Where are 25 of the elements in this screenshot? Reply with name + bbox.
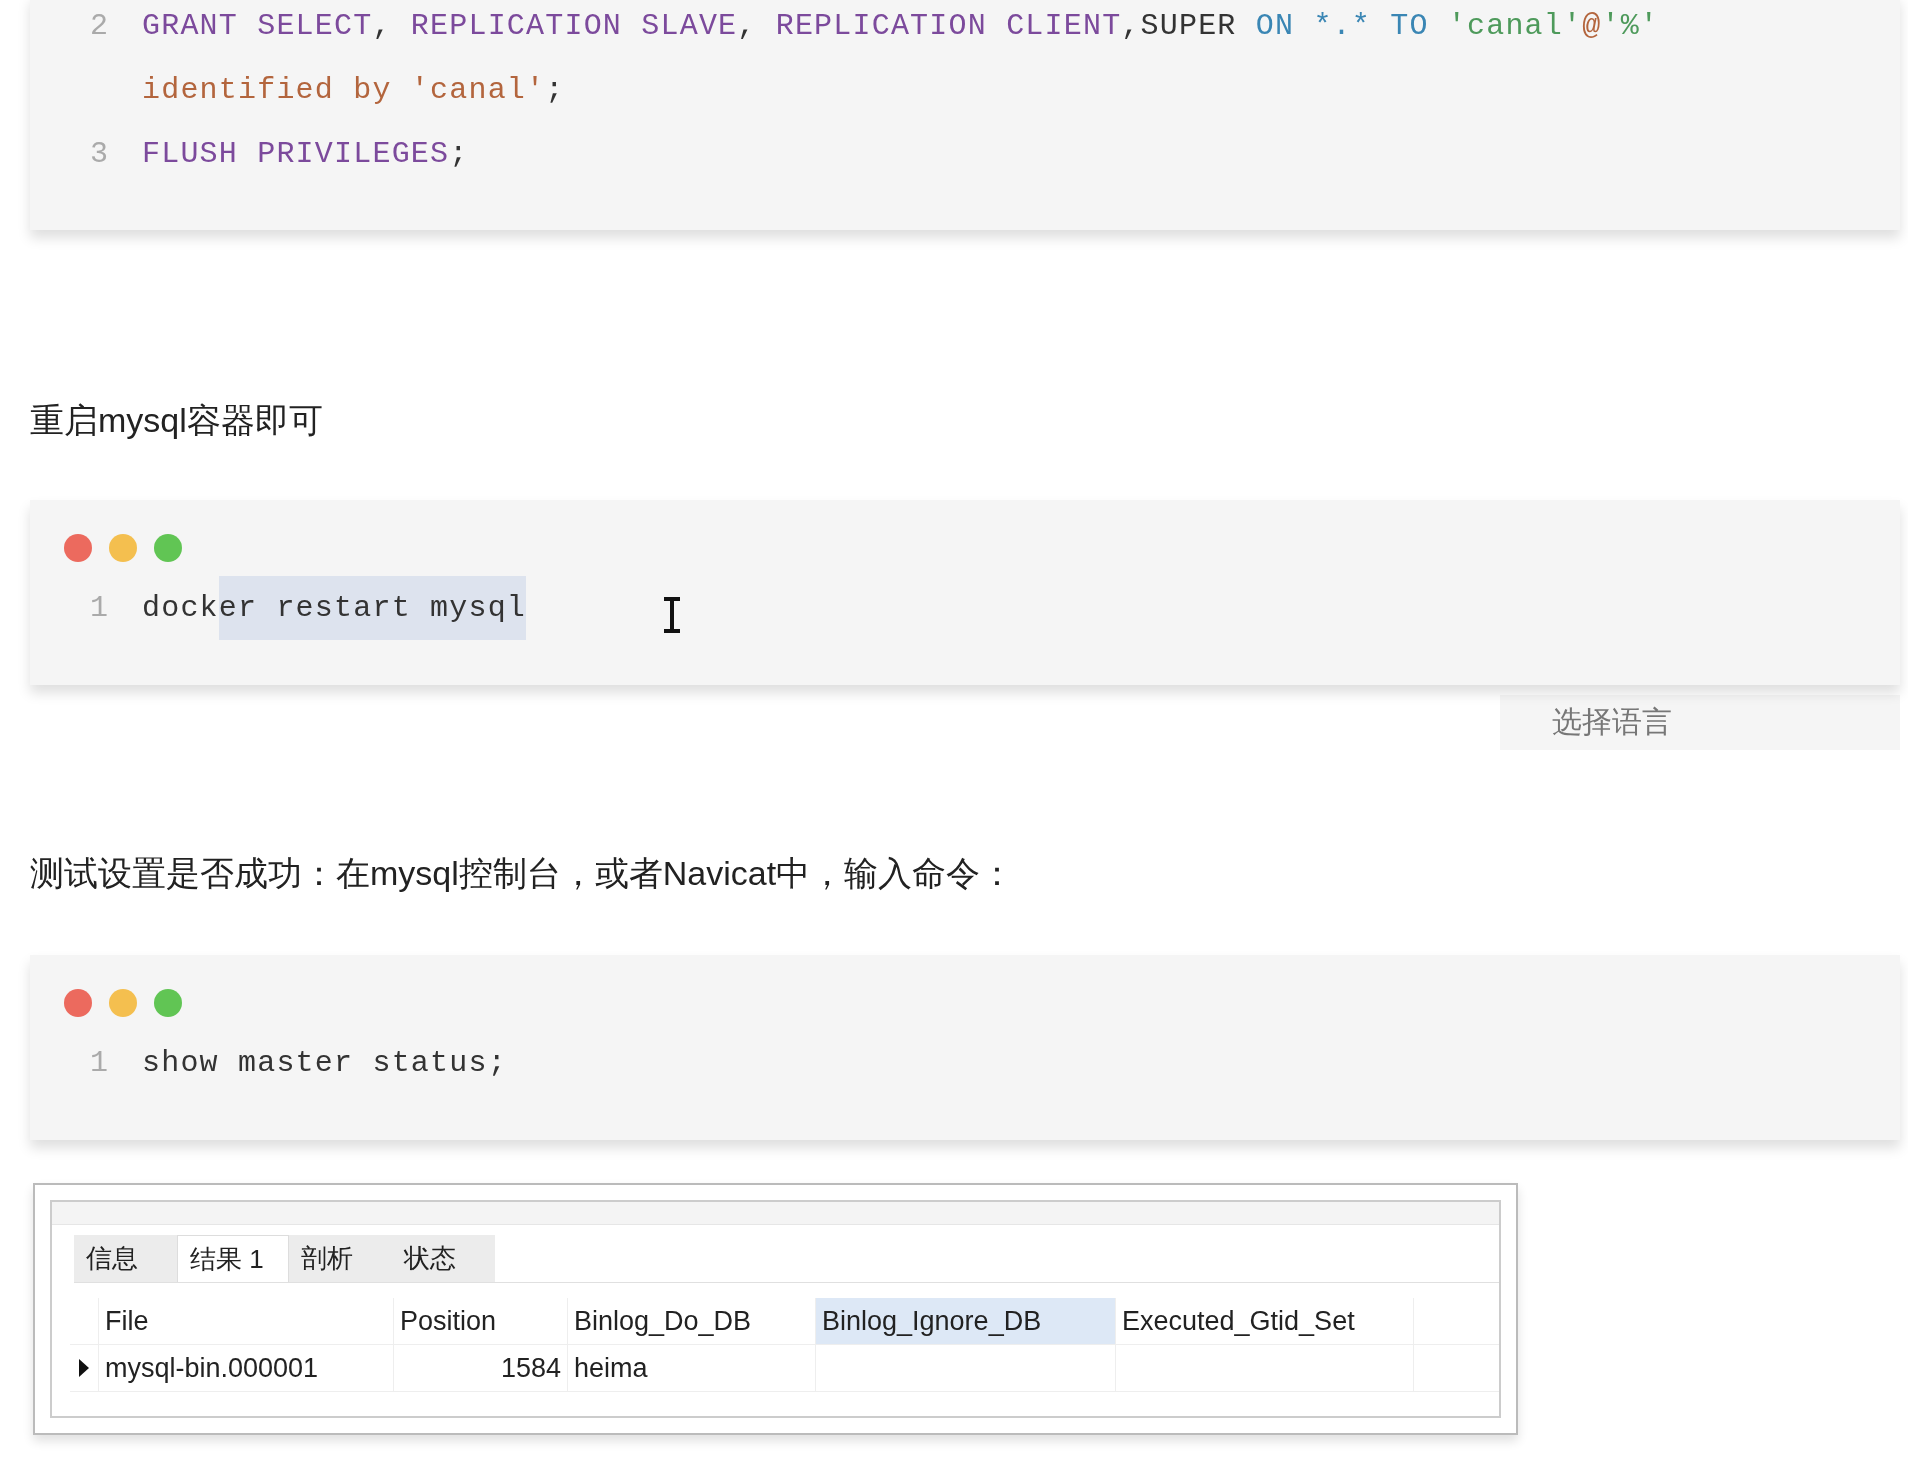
table-cell: mysql-bin.000001 <box>105 1352 319 1384</box>
code-line: docker restart mysql <box>142 576 527 640</box>
window-controls-icon <box>64 989 182 1017</box>
result-tab[interactable]: 结果 1 <box>177 1235 289 1282</box>
code-line: identified by 'canal'; <box>142 72 565 109</box>
code-line: FLUSH PRIVILEGES; <box>142 136 469 173</box>
line-number: 3 <box>90 137 109 171</box>
result-tab[interactable]: 剖析 <box>289 1235 392 1282</box>
language-select-button[interactable]: 选择语言 <box>1500 695 1900 750</box>
result-tab[interactable]: 信息 <box>74 1235 177 1282</box>
line-number: 1 <box>90 1046 109 1080</box>
line-number: 1 <box>90 591 109 625</box>
column-header[interactable]: Position <box>394 1298 568 1344</box>
column-header[interactable]: Executed_Gtid_Set <box>1116 1298 1414 1344</box>
code-line: show master status; <box>142 1045 507 1082</box>
column-header[interactable]: Binlog_Ignore_DB <box>816 1298 1116 1344</box>
paragraph: 测试设置是否成功：在mysql控制台，或者Navicat中，输入命令： <box>30 853 1016 894</box>
code-line: GRANT SELECT, REPLICATION SLAVE, REPLICATION CLIENT,SUPER ON *.* TO 'canal'@'%' <box>142 8 1660 45</box>
table-cell: heima <box>574 1352 648 1384</box>
column-header[interactable]: File <box>99 1298 394 1344</box>
window-controls-icon <box>64 534 182 562</box>
paragraph: 重启mysql容器即可 <box>30 400 324 441</box>
table-cell: 1584 <box>500 1352 561 1384</box>
line-number: 2 <box>90 9 109 43</box>
result-tab[interactable]: 状态 <box>392 1235 495 1282</box>
